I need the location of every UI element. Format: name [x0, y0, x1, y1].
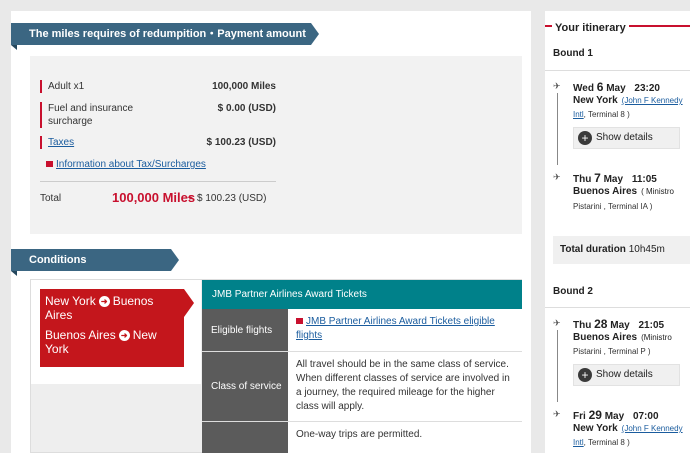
total-duration: Total duration 10h45m [553, 236, 690, 264]
plane-takeoff-icon: ✈ [553, 318, 561, 328]
bound-1-departure-city: New York (John F Kennedy [573, 95, 683, 106]
route-line-2: Buenos Aires ➜ New York [45, 328, 179, 356]
divider [40, 181, 276, 182]
payment-banner-text: The miles requires of redumpition・Paymen… [29, 28, 306, 40]
eligible-flights-link[interactable]: JMB Partner Airlines Award Tickets eligi… [296, 316, 495, 341]
payment-banner: The miles requires of redumpition・Paymen… [11, 23, 319, 50]
pay-row-value: $ 0.00 (USD) [217, 103, 276, 114]
table-row: Class of service All travel should be in… [202, 352, 522, 422]
bound-1-departure-terminal: Intl, Terminal 8 ) [573, 110, 630, 119]
airport-link[interactable]: Intl [573, 438, 584, 447]
show-details-button[interactable]: + Show details [573, 364, 680, 386]
total-plus: + [187, 193, 193, 204]
condition-key: Eligible flights [202, 309, 288, 351]
show-details-button[interactable]: + Show details [573, 127, 680, 149]
plane-landing-icon: ✈ [553, 409, 561, 419]
bound-2-arrival-terminal: Intl, Terminal 8 ) [573, 438, 630, 447]
bound-2-departure-terminal: Pistarini , Terminal P ) [573, 347, 651, 356]
show-details-label: Show details [596, 369, 653, 380]
airport-link[interactable]: Intl [573, 110, 584, 119]
arrow-right-icon: ➜ [118, 330, 130, 342]
plus-icon: + [578, 368, 592, 382]
bound-2-arrival-time: Fri 29 May 07:00 [573, 408, 659, 422]
bound-2-departure-time: Thu 28 May 21:05 [573, 317, 665, 331]
condition-value: JMB Partner Airlines Award Tickets eligi… [288, 309, 522, 351]
conditions-table-title: JMB Partner Airlines Award Tickets [202, 280, 522, 309]
bound-2-departure-city: Buenos Aires (Ministro [573, 332, 672, 343]
conditions-table: JMB Partner Airlines Award Tickets Eligi… [202, 280, 522, 453]
condition-value: One-way trips are permitted. [288, 422, 522, 453]
bound-1-segment: ✈ Wed 6 May 23:20 New York (John F Kenned… [545, 70, 690, 232]
document-icon [296, 318, 303, 325]
condition-key: Class of service [202, 352, 288, 421]
plane-takeoff-icon: ✈ [553, 81, 561, 91]
plus-icon: + [578, 131, 592, 145]
airport-link[interactable]: (John F Kennedy [622, 424, 683, 433]
condition-key [202, 422, 288, 453]
itinerary-title: Your itinerary [552, 22, 629, 34]
flight-line [557, 93, 558, 165]
route-from: Buenos Aires [45, 328, 116, 342]
plane-landing-icon: ✈ [553, 172, 561, 182]
bound-2-segment: ✈ Thu 28 May 21:05 Buenos Aires (Ministro… [545, 307, 690, 453]
table-row: Eligible flights JMB Partner Airlines Aw… [202, 309, 522, 352]
conditions-banner: Conditions [11, 249, 179, 276]
document-icon [46, 161, 53, 168]
airport-link[interactable]: (John F Kennedy [622, 96, 683, 105]
conditions-box: New York ➜ Buenos Aires Buenos Aires ➜ New Y… [30, 279, 522, 453]
route-from: New York [45, 294, 96, 308]
condition-value: All travel should be in the same class o… [288, 352, 522, 421]
show-details-label: Show details [596, 132, 653, 143]
route-box: New York ➜ Buenos Aires Buenos Aires ➜ New Y… [31, 280, 201, 384]
flight-line [557, 330, 558, 402]
conditions-banner-text: Conditions [29, 254, 87, 266]
taxes-link[interactable]: Taxes [40, 136, 74, 149]
route-line-1: New York ➜ Buenos Aires [45, 294, 179, 322]
bound-1-label: Bound 1 [553, 48, 593, 59]
bound-1-arrival-city: Buenos Aires( Ministro [573, 186, 674, 197]
payment-box: Adult x1 100,000 Miles Fuel and insuranc… [30, 56, 522, 234]
total-usd: $ 100.23 (USD) [197, 193, 267, 204]
tax-info-link[interactable]: Information about Tax/Surcharges [46, 159, 206, 170]
pay-row-value: 100,000 Miles [212, 81, 276, 92]
total-label: Total [40, 193, 62, 204]
total-miles: 100,000 Miles [112, 190, 196, 205]
bound-2-arrival-city: New York (John F Kennedy [573, 423, 683, 434]
duration-value: 10h45m [628, 244, 665, 255]
pay-row-label: Adult x1 [40, 80, 84, 93]
table-row: One-way trips are permitted. [202, 422, 522, 453]
pay-row-value: $ 100.23 (USD) [206, 137, 276, 148]
tax-info-link-text[interactable]: Information about Tax/Surcharges [56, 159, 206, 170]
pay-row-label: Fuel and insurance surcharge [40, 102, 140, 128]
bound-1-arrival-terminal: Pistarini , Terminal IA ) [573, 202, 653, 211]
bound-1-arrival-time: Thu 7 May 11:05 [573, 171, 657, 185]
route-summary: New York ➜ Buenos Aires Buenos Aires ➜ New Y… [40, 289, 194, 367]
payment-panel: The miles requires of redumpition・Paymen… [11, 11, 531, 453]
arrow-right-icon: ➜ [98, 296, 110, 308]
duration-label: Total duration [560, 244, 626, 255]
bound-2-label: Bound 2 [553, 286, 593, 297]
itinerary-panel: Your itinerary Bound 1 ✈ Wed 6 May 23:20… [545, 11, 690, 453]
bound-1-departure-time: Wed 6 May 23:20 [573, 80, 660, 94]
